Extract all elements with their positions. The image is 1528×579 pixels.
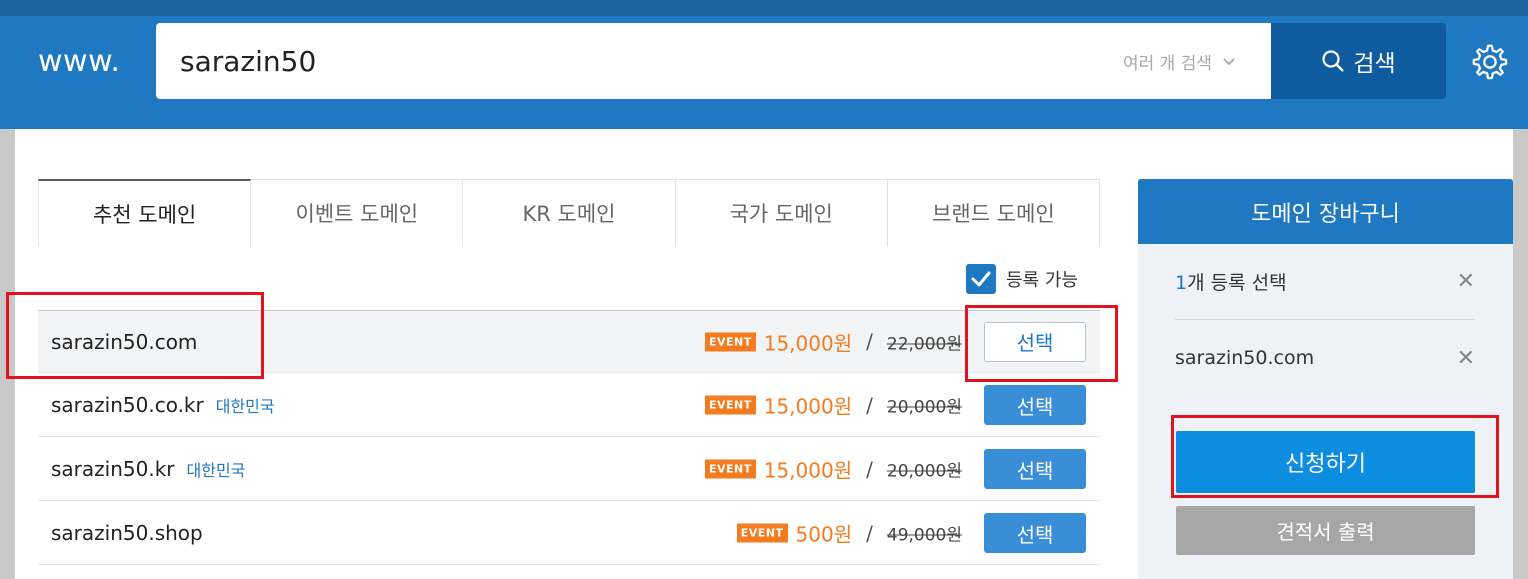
original-price: 49,000원 xyxy=(886,525,962,546)
search-button-label: 검색 xyxy=(1353,51,1396,77)
tab-country[interactable]: 국가 도메인 xyxy=(675,179,888,246)
price-separator: / xyxy=(866,329,873,354)
tab-event[interactable]: 이벤트 도메인 xyxy=(251,179,464,246)
cart-count-text: 개 등록 선택 xyxy=(1187,272,1287,294)
domain-name-wrap: sarazin50.co.kr 대한민국 xyxy=(51,393,275,417)
select-button[interactable]: 선택 xyxy=(984,513,1086,553)
price-separator: / xyxy=(866,457,873,481)
gear-icon[interactable] xyxy=(1470,42,1508,80)
tab-kr[interactable]: KR 도메인 xyxy=(463,179,676,246)
available-filter: 등록 가능 xyxy=(966,264,1078,294)
chevron-down-icon xyxy=(1223,57,1235,65)
country-label: 대한민국 xyxy=(215,397,275,416)
select-button[interactable]: 선택 xyxy=(984,385,1086,425)
domain-row: sarazin50.co.kr 대한민국 EVENT 15,000원 / 20,… xyxy=(38,374,1100,437)
select-button[interactable]: 선택 xyxy=(984,321,1086,362)
price-area: EVENT 15,000원 / 22,000원 xyxy=(704,327,962,356)
domain-name: sarazin50.com xyxy=(51,329,198,354)
event-badge: EVENT xyxy=(704,332,756,351)
domain-name-wrap: sarazin50.com xyxy=(51,330,197,354)
domain-row: sarazin50.kr 대한민국 EVENT 15,000원 / 20,000… xyxy=(38,438,1100,501)
original-price: 20,000원 xyxy=(886,461,962,482)
domain-name-wrap: sarazin50.shop xyxy=(51,521,203,545)
country-label: 대한민국 xyxy=(186,461,246,480)
price-area: EVENT 500원 / 49,000원 xyxy=(736,519,962,548)
search-button[interactable]: 검색 xyxy=(1271,23,1446,99)
price-separator: / xyxy=(866,393,873,417)
domain-row: sarazin50.shop EVENT 500원 / 49,000원 선택 xyxy=(38,502,1100,565)
check-icon xyxy=(971,271,991,287)
original-price: 20,000원 xyxy=(886,397,962,418)
domain-cart: 도메인 장바구니 1개 등록 선택 ✕ sarazin50.com ✕ 신청하기… xyxy=(1138,179,1513,579)
multi-search-dropdown[interactable]: 여러 개 검색 xyxy=(1123,49,1236,74)
price-separator: / xyxy=(866,521,873,545)
sale-price: 15,000원 xyxy=(763,331,853,355)
multi-search-label: 여러 개 검색 xyxy=(1122,54,1212,74)
event-badge: EVENT xyxy=(704,395,756,415)
sale-price: 15,000원 xyxy=(763,458,853,483)
cart-count: 1개 등록 선택 xyxy=(1175,268,1287,295)
available-label: 등록 가능 xyxy=(1006,270,1078,291)
cart-item-name: sarazin50.com xyxy=(1175,347,1315,369)
available-checkbox[interactable] xyxy=(966,264,996,294)
domain-prefix-label: www. xyxy=(38,44,121,79)
tab-brand[interactable]: 브랜드 도메인 xyxy=(887,179,1101,246)
event-badge: EVENT xyxy=(736,523,788,543)
apply-button[interactable]: 신청하기 xyxy=(1176,431,1475,493)
sale-price: 15,000원 xyxy=(763,394,853,419)
search-input[interactable] xyxy=(180,39,1080,83)
domain-name: sarazin50.co.kr xyxy=(51,393,204,417)
clear-cart-close-icon[interactable]: ✕ xyxy=(1457,269,1475,294)
search-icon xyxy=(1322,50,1345,72)
select-button[interactable]: 선택 xyxy=(984,449,1086,489)
domain-tabs: 추천 도메인 이벤트 도메인 KR 도메인 국가 도메인 브랜드 도메인 xyxy=(38,179,1101,247)
cart-count-line: 1개 등록 선택 ✕ xyxy=(1175,244,1475,320)
tab-recommended[interactable]: 추천 도메인 xyxy=(38,179,252,247)
search-box: 여러 개 검색 xyxy=(156,23,1272,99)
sale-price: 500원 xyxy=(795,522,853,547)
domain-name: sarazin50.kr xyxy=(51,457,175,481)
domain-name: sarazin50.shop xyxy=(51,521,203,545)
original-price: 22,000원 xyxy=(886,334,962,354)
quote-print-button[interactable]: 견적서 출력 xyxy=(1176,506,1475,555)
cart-item: sarazin50.com ✕ xyxy=(1175,320,1475,396)
domain-name-wrap: sarazin50.kr 대한민국 xyxy=(51,457,245,481)
event-badge: EVENT xyxy=(704,459,756,479)
price-area: EVENT 15,000원 / 20,000원 xyxy=(704,391,962,420)
domain-row: sarazin50.com EVENT 15,000원 / 22,000원 선택 xyxy=(38,310,1100,373)
price-area: EVENT 15,000원 / 20,000원 xyxy=(704,455,962,484)
top-strip xyxy=(0,0,1528,16)
cart-title: 도메인 장바구니 xyxy=(1138,179,1513,244)
remove-item-close-icon[interactable]: ✕ xyxy=(1457,346,1475,371)
cart-count-number: 1 xyxy=(1175,272,1188,294)
